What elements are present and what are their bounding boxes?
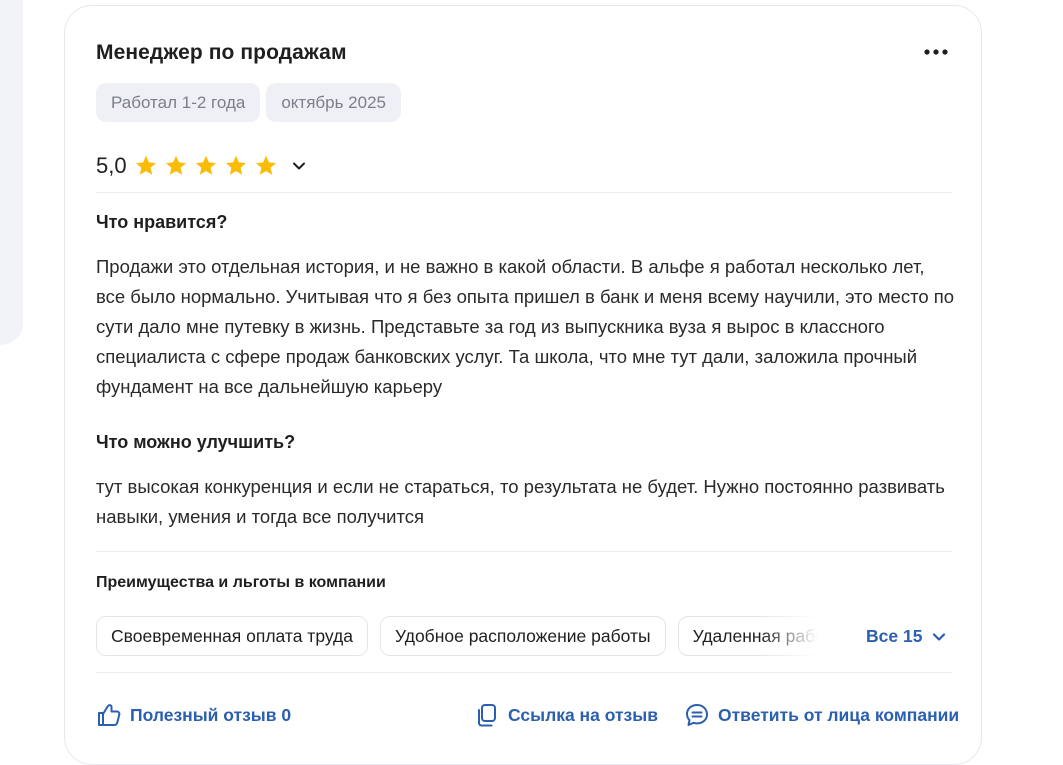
helpful-label: Полезный отзыв 0	[130, 704, 292, 725]
all-benefits-button[interactable]: Все 15	[866, 626, 947, 647]
improve-text: тут высокая конкуренция и если не старат…	[96, 476, 945, 527]
likes-text: Продажи это отдельная история, и не важн…	[96, 256, 955, 397]
rating-stars	[134, 154, 284, 178]
helpful-button[interactable]: Полезный отзыв 0	[96, 702, 291, 728]
thumbs-up-icon	[98, 704, 121, 726]
star-icon	[135, 155, 156, 175]
rating-value: 5,0	[96, 153, 127, 178]
review-title: Менеджер по продажам	[96, 41, 347, 64]
review-tags: Работал 1-2 года октябрь 2025	[96, 83, 401, 122]
side-panel	[0, 0, 23, 345]
divider	[96, 551, 952, 552]
copy-link-label: Ссылка на отзыв	[508, 704, 658, 725]
star-icon	[225, 155, 246, 175]
star-icon	[195, 155, 216, 175]
benefit-chip[interactable]: Удобное расположение работы	[379, 616, 666, 656]
benefits-heading: Преимущества и льготы в компании	[96, 574, 386, 591]
tag-date: октябрь 2025	[266, 83, 401, 122]
reply-label: Ответить от лица компании	[718, 704, 960, 725]
star-icon	[255, 155, 276, 175]
copy-link-button[interactable]: Ссылка на отзыв	[474, 702, 658, 728]
tag-experience: Работал 1-2 года	[96, 83, 261, 122]
comment-icon	[686, 704, 708, 726]
chevron-down-icon	[933, 632, 946, 641]
benefit-chip[interactable]: Удаленная работа	[677, 616, 818, 656]
divider	[96, 192, 952, 193]
more-options-button[interactable]	[923, 42, 951, 62]
all-benefits-label: Все 15	[866, 626, 923, 646]
benefit-chip[interactable]: Своевременная оплата труда	[96, 616, 368, 656]
likes-heading: Что нравится?	[96, 212, 228, 232]
star-icon	[165, 155, 186, 175]
rating-toggle[interactable]: 5,0	[96, 150, 308, 182]
improve-heading: Что можно улучшить?	[96, 432, 296, 452]
review-card: Менеджер по продажам Работал 1-2 года ок…	[64, 5, 982, 765]
divider	[96, 672, 952, 673]
chevron-down-icon	[292, 162, 305, 170]
copy-link-icon	[478, 704, 496, 727]
more-icon	[924, 49, 948, 55]
benefits-chips: Своевременная оплата труда Удобное распо…	[96, 616, 818, 656]
reply-button[interactable]: Ответить от лица компании	[684, 702, 959, 728]
review-actions: Полезный отзыв 0 Ссылка на отзыв Ответит…	[65, 702, 981, 732]
